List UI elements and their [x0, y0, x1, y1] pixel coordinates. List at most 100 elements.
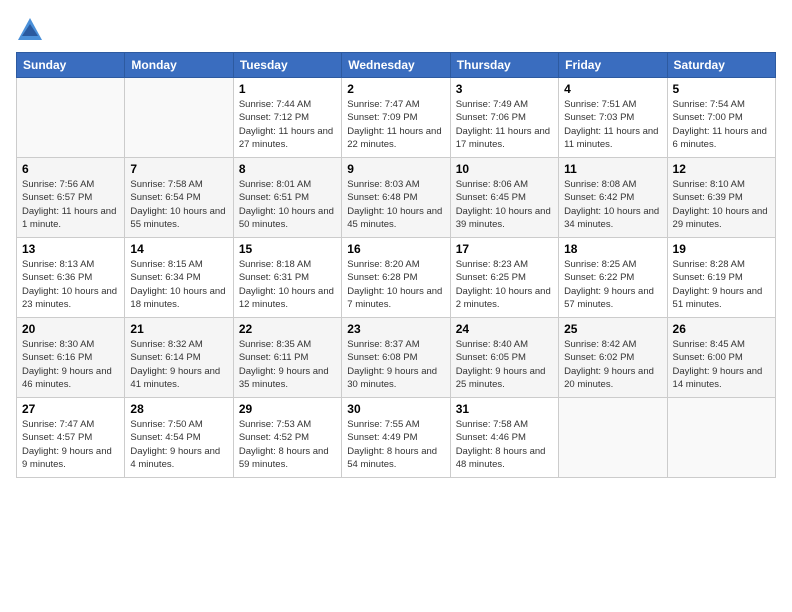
page-header [16, 16, 776, 44]
calendar-cell: 19 Sunrise: 8:28 AM Sunset: 6:19 PM Dayli… [667, 238, 775, 318]
day-header-thursday: Thursday [450, 53, 558, 78]
day-info: Sunrise: 7:55 AM Sunset: 4:49 PM Dayligh… [347, 418, 444, 471]
calendar-cell: 27 Sunrise: 7:47 AM Sunset: 4:57 PM Dayli… [17, 398, 125, 478]
calendar-cell: 21 Sunrise: 8:32 AM Sunset: 6:14 PM Dayli… [125, 318, 233, 398]
calendar-cell: 7 Sunrise: 7:58 AM Sunset: 6:54 PM Daylig… [125, 158, 233, 238]
day-number: 27 [22, 402, 119, 416]
calendar-cell: 4 Sunrise: 7:51 AM Sunset: 7:03 PM Daylig… [559, 78, 667, 158]
logo [16, 16, 48, 44]
day-number: 31 [456, 402, 553, 416]
week-row-1: 1 Sunrise: 7:44 AM Sunset: 7:12 PM Daylig… [17, 78, 776, 158]
day-info: Sunrise: 8:20 AM Sunset: 6:28 PM Dayligh… [347, 258, 444, 311]
day-number: 21 [130, 322, 227, 336]
day-number: 11 [564, 162, 661, 176]
day-info: Sunrise: 8:13 AM Sunset: 6:36 PM Dayligh… [22, 258, 119, 311]
calendar-cell: 31 Sunrise: 7:58 AM Sunset: 4:46 PM Dayli… [450, 398, 558, 478]
day-info: Sunrise: 8:06 AM Sunset: 6:45 PM Dayligh… [456, 178, 553, 231]
day-info: Sunrise: 8:03 AM Sunset: 6:48 PM Dayligh… [347, 178, 444, 231]
calendar-cell: 20Sunrise: 8:30 AM Sunset: 6:16 PM Dayli… [17, 318, 125, 398]
day-number: 9 [347, 162, 444, 176]
days-header-row: SundayMondayTuesdayWednesdayThursdayFrid… [17, 53, 776, 78]
calendar-cell: 2Sunrise: 7:47 AM Sunset: 7:09 PM Daylig… [342, 78, 450, 158]
day-number: 22 [239, 322, 336, 336]
calendar-cell: 16 Sunrise: 8:20 AM Sunset: 6:28 PM Dayli… [342, 238, 450, 318]
calendar-cell: 17Sunrise: 8:23 AM Sunset: 6:25 PM Dayli… [450, 238, 558, 318]
calendar-cell: 24 Sunrise: 8:40 AM Sunset: 6:05 PM Dayli… [450, 318, 558, 398]
calendar-cell: 11 Sunrise: 8:08 AM Sunset: 6:42 PM Dayli… [559, 158, 667, 238]
day-info: Sunrise: 8:23 AM Sunset: 6:25 PM Dayligh… [456, 258, 553, 311]
day-info: Sunrise: 8:30 AM Sunset: 6:16 PM Dayligh… [22, 338, 119, 391]
calendar-cell: 22 Sunrise: 8:35 AM Sunset: 6:11 PM Dayli… [233, 318, 341, 398]
day-info: Sunrise: 7:53 AM Sunset: 4:52 PM Dayligh… [239, 418, 336, 471]
calendar-cell: 15Sunrise: 8:18 AM Sunset: 6:31 PM Dayli… [233, 238, 341, 318]
day-info: Sunrise: 8:01 AM Sunset: 6:51 PM Dayligh… [239, 178, 336, 231]
calendar-cell: 26 Sunrise: 8:45 AM Sunset: 6:00 PM Dayli… [667, 318, 775, 398]
day-number: 8 [239, 162, 336, 176]
week-row-2: 6Sunrise: 7:56 AM Sunset: 6:57 PM Daylig… [17, 158, 776, 238]
calendar-cell: 28 Sunrise: 7:50 AM Sunset: 4:54 PM Dayli… [125, 398, 233, 478]
day-info: Sunrise: 7:58 AM Sunset: 4:46 PM Dayligh… [456, 418, 553, 471]
day-number: 18 [564, 242, 661, 256]
day-number: 26 [673, 322, 770, 336]
day-number: 25 [564, 322, 661, 336]
calendar-cell: 1 Sunrise: 7:44 AM Sunset: 7:12 PM Daylig… [233, 78, 341, 158]
calendar-cell [17, 78, 125, 158]
day-info: Sunrise: 8:32 AM Sunset: 6:14 PM Dayligh… [130, 338, 227, 391]
day-number: 6 [22, 162, 119, 176]
day-number: 19 [673, 242, 770, 256]
calendar-cell: 8 Sunrise: 8:01 AM Sunset: 6:51 PM Daylig… [233, 158, 341, 238]
day-info: Sunrise: 8:40 AM Sunset: 6:05 PM Dayligh… [456, 338, 553, 391]
day-number: 12 [673, 162, 770, 176]
calendar-cell [667, 398, 775, 478]
day-header-sunday: Sunday [17, 53, 125, 78]
calendar-cell [559, 398, 667, 478]
week-row-4: 20Sunrise: 8:30 AM Sunset: 6:16 PM Dayli… [17, 318, 776, 398]
day-number: 16 [347, 242, 444, 256]
calendar-cell: 3Sunrise: 7:49 AM Sunset: 7:06 PM Daylig… [450, 78, 558, 158]
calendar-cell: 30 Sunrise: 7:55 AM Sunset: 4:49 PM Dayli… [342, 398, 450, 478]
day-info: Sunrise: 8:42 AM Sunset: 6:02 PM Dayligh… [564, 338, 661, 391]
calendar-cell [125, 78, 233, 158]
day-info: Sunrise: 7:50 AM Sunset: 4:54 PM Dayligh… [130, 418, 227, 471]
day-number: 5 [673, 82, 770, 96]
day-header-monday: Monday [125, 53, 233, 78]
day-number: 28 [130, 402, 227, 416]
day-info: Sunrise: 8:10 AM Sunset: 6:39 PM Dayligh… [673, 178, 770, 231]
day-info: Sunrise: 7:51 AM Sunset: 7:03 PM Dayligh… [564, 98, 661, 151]
day-number: 1 [239, 82, 336, 96]
logo-icon [16, 16, 44, 44]
day-number: 2 [347, 82, 444, 96]
calendar-cell: 6Sunrise: 7:56 AM Sunset: 6:57 PM Daylig… [17, 158, 125, 238]
day-number: 29 [239, 402, 336, 416]
day-info: Sunrise: 7:47 AM Sunset: 4:57 PM Dayligh… [22, 418, 119, 471]
day-number: 30 [347, 402, 444, 416]
day-number: 10 [456, 162, 553, 176]
calendar-cell: 10 Sunrise: 8:06 AM Sunset: 6:45 PM Dayli… [450, 158, 558, 238]
day-number: 7 [130, 162, 227, 176]
day-number: 4 [564, 82, 661, 96]
day-info: Sunrise: 7:58 AM Sunset: 6:54 PM Dayligh… [130, 178, 227, 231]
calendar-cell: 25 Sunrise: 8:42 AM Sunset: 6:02 PM Dayli… [559, 318, 667, 398]
day-info: Sunrise: 8:35 AM Sunset: 6:11 PM Dayligh… [239, 338, 336, 391]
calendar-cell: 23Sunrise: 8:37 AM Sunset: 6:08 PM Dayli… [342, 318, 450, 398]
day-number: 3 [456, 82, 553, 96]
week-row-3: 13 Sunrise: 8:13 AM Sunset: 6:36 PM Dayli… [17, 238, 776, 318]
calendar-cell: 9 Sunrise: 8:03 AM Sunset: 6:48 PM Daylig… [342, 158, 450, 238]
day-number: 13 [22, 242, 119, 256]
day-info: Sunrise: 8:28 AM Sunset: 6:19 PM Dayligh… [673, 258, 770, 311]
day-header-friday: Friday [559, 53, 667, 78]
day-info: Sunrise: 7:54 AM Sunset: 7:00 PM Dayligh… [673, 98, 770, 151]
calendar-cell: 5 Sunrise: 7:54 AM Sunset: 7:00 PM Daylig… [667, 78, 775, 158]
day-header-tuesday: Tuesday [233, 53, 341, 78]
day-info: Sunrise: 8:45 AM Sunset: 6:00 PM Dayligh… [673, 338, 770, 391]
day-header-wednesday: Wednesday [342, 53, 450, 78]
calendar-cell: 12 Sunrise: 8:10 AM Sunset: 6:39 PM Dayli… [667, 158, 775, 238]
day-info: Sunrise: 8:25 AM Sunset: 6:22 PM Dayligh… [564, 258, 661, 311]
calendar-table: SundayMondayTuesdayWednesdayThursdayFrid… [16, 52, 776, 478]
day-number: 24 [456, 322, 553, 336]
calendar-cell: 14Sunrise: 8:15 AM Sunset: 6:34 PM Dayli… [125, 238, 233, 318]
day-info: Sunrise: 8:08 AM Sunset: 6:42 PM Dayligh… [564, 178, 661, 231]
calendar-cell: 13 Sunrise: 8:13 AM Sunset: 6:36 PM Dayli… [17, 238, 125, 318]
day-header-saturday: Saturday [667, 53, 775, 78]
day-info: Sunrise: 7:44 AM Sunset: 7:12 PM Dayligh… [239, 98, 336, 151]
